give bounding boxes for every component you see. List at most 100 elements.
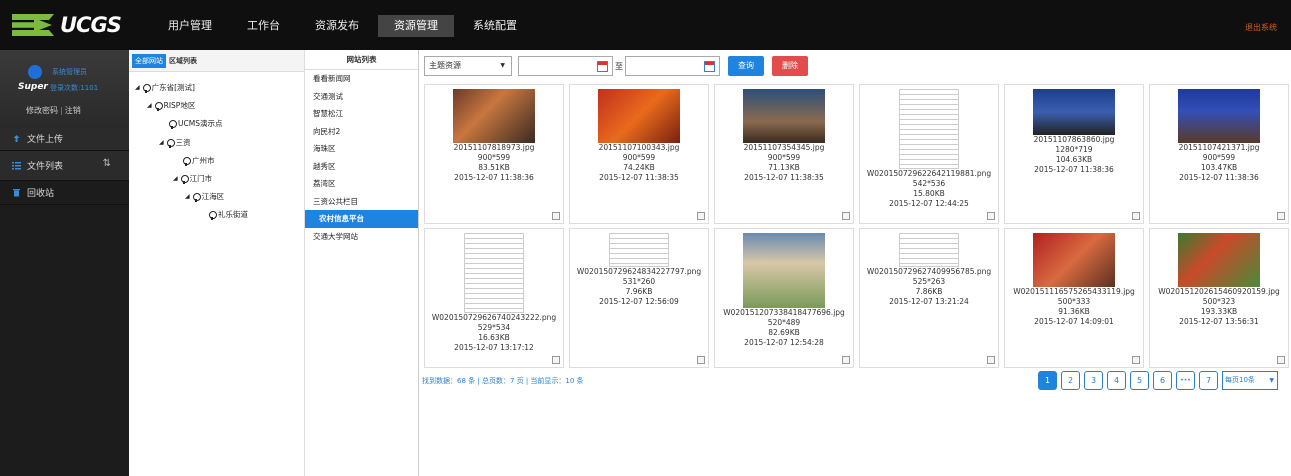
file-thumbnail[interactable] xyxy=(899,89,959,169)
file-dims: 531*260 xyxy=(622,277,656,286)
file-card[interactable]: W020151202615460920159.jpg 500*323 193.33K… xyxy=(1149,228,1289,368)
page-button-6[interactable]: 6 xyxy=(1153,371,1172,390)
calendar-icon[interactable] xyxy=(704,61,715,72)
file-thumbnail[interactable] xyxy=(743,89,825,143)
tree-node-jianghai[interactable]: ◢ 江海区 xyxy=(185,191,224,202)
file-card[interactable]: 20151107421371.jpg 900*599 103.47KB 2015-12… xyxy=(1149,84,1289,224)
tree-node-guangzhou[interactable]: 广州市 xyxy=(183,155,215,166)
file-size: 7.96KB xyxy=(625,287,653,296)
file-thumbnail[interactable] xyxy=(453,89,535,143)
file-card[interactable]: 20151107863860.jpg 1280*719 104.63KB 2015-1… xyxy=(1004,84,1144,224)
file-select-checkbox[interactable] xyxy=(1132,212,1140,220)
file-select-checkbox[interactable] xyxy=(1132,356,1140,364)
sign-out-link[interactable]: 注销 xyxy=(65,106,81,115)
tree-node-jiangmen[interactable]: ◢ 江门市 xyxy=(173,173,212,184)
nav-user-management[interactable]: 用户管理 xyxy=(152,15,228,37)
left-sidebar: 系统管理员 Super 登录次数:1101 修改密码 | 注销 文件上传 文件列表 … xyxy=(0,50,129,476)
tree-node-label: 广州市 xyxy=(192,156,215,165)
file-thumbnail[interactable] xyxy=(743,233,825,308)
sidebar-item-upload[interactable]: 文件上传 xyxy=(0,127,129,151)
page-button-2[interactable]: 2 xyxy=(1061,371,1080,390)
nav-resource-management[interactable]: 资源管理 xyxy=(378,15,454,37)
file-select-checkbox[interactable] xyxy=(987,356,995,364)
page-ellipsis-button[interactable]: ••• xyxy=(1176,371,1195,390)
expand-triangle-icon[interactable]: ◢ xyxy=(147,102,152,109)
tree-node-guangdong[interactable]: ◢ 广东省[测试] xyxy=(135,82,195,93)
end-date-input[interactable] xyxy=(625,56,720,76)
file-thumbnail[interactable] xyxy=(609,233,669,267)
file-select-checkbox[interactable] xyxy=(552,212,560,220)
file-thumbnail[interactable] xyxy=(1178,233,1260,287)
query-button[interactable]: 查询 xyxy=(728,56,764,76)
site-item[interactable]: 越秀区 xyxy=(305,158,418,176)
file-dims: 500*333 xyxy=(1057,297,1091,306)
delete-button[interactable]: 删除 xyxy=(772,56,808,76)
file-select-checkbox[interactable] xyxy=(842,212,850,220)
file-date: 2015-12-07 11:38:35 xyxy=(599,173,679,182)
file-date: 2015-12-07 11:38:36 xyxy=(1034,165,1114,174)
sidebar-item-file-list[interactable]: 文件列表 ⇅ xyxy=(0,151,129,181)
file-card[interactable]: W020150729627409956785.png 525*263 7.86KB 2… xyxy=(859,228,999,368)
site-item[interactable]: 智慧松江 xyxy=(305,105,418,123)
site-item[interactable]: 向民村2 xyxy=(305,123,418,141)
expand-triangle-icon[interactable]: ◢ xyxy=(173,175,178,182)
calendar-icon[interactable] xyxy=(597,61,608,72)
nav-workbench[interactable]: 工作台 xyxy=(231,15,296,37)
tree-node-lile[interactable]: 礼乐街道 xyxy=(209,209,248,220)
logout-link[interactable]: 退出系统 xyxy=(1245,22,1277,33)
page-button-7[interactable]: 7 xyxy=(1199,371,1218,390)
expand-triangle-icon[interactable]: ◢ xyxy=(159,139,164,146)
site-item[interactable]: 荔湾区 xyxy=(305,175,418,193)
file-thumbnail[interactable] xyxy=(464,233,524,313)
file-select-checkbox[interactable] xyxy=(697,356,705,364)
ucgs-logo[interactable]: UCGS xyxy=(12,11,124,39)
resource-type-select[interactable]: 主题资源 ▼ xyxy=(424,56,512,76)
site-item-selected[interactable]: 农村信息平台 xyxy=(305,210,418,228)
site-item[interactable]: 看看新闻网 xyxy=(305,70,418,88)
tree-node-sanzi[interactable]: ◢ 三资 xyxy=(159,137,191,148)
change-password-link[interactable]: 修改密码 xyxy=(26,106,58,115)
file-card[interactable]: W020151207338418477696.jpg 520*489 82.69KB… xyxy=(714,228,854,368)
file-thumbnail[interactable] xyxy=(899,233,959,267)
file-date: 2015-12-07 12:56:09 xyxy=(599,297,679,306)
file-select-checkbox[interactable] xyxy=(987,212,995,220)
file-card[interactable]: W020151116575265433119.jpg 500*333 91.36KB… xyxy=(1004,228,1144,368)
page-button-3[interactable]: 3 xyxy=(1084,371,1103,390)
tab-all-sites[interactable]: 全部网站 xyxy=(132,53,166,68)
file-card[interactable]: 20151107354345.jpg 900*599 71.13KB 2015-12-… xyxy=(714,84,854,224)
file-thumbnail[interactable] xyxy=(1178,89,1260,143)
site-item[interactable]: 交通大学网站 xyxy=(305,228,418,246)
nav-resource-publish[interactable]: 资源发布 xyxy=(299,15,375,37)
site-item[interactable]: 海珠区 xyxy=(305,140,418,158)
site-item[interactable]: 三资公共栏目 xyxy=(305,193,418,211)
file-select-checkbox[interactable] xyxy=(1277,356,1285,364)
file-card[interactable]: W020150729626740243222.png 529*534 16.63KB… xyxy=(424,228,564,368)
page-button-1[interactable]: 1 xyxy=(1038,371,1057,390)
file-select-checkbox[interactable] xyxy=(697,212,705,220)
expand-triangle-icon[interactable]: ◢ xyxy=(185,193,190,200)
start-date-input[interactable] xyxy=(518,56,613,76)
file-thumbnail[interactable] xyxy=(598,89,680,143)
tree-node-risp[interactable]: ◢ RISP地区 xyxy=(147,100,195,111)
file-thumbnail[interactable] xyxy=(1033,89,1115,135)
file-card[interactable]: W020150729624834227797.png 531*260 7.96KB 2… xyxy=(569,228,709,368)
per-page-select[interactable]: 每页10条 ▼ xyxy=(1222,371,1278,390)
file-date: 2015-12-07 12:54:28 xyxy=(744,338,824,347)
page-button-5[interactable]: 5 xyxy=(1130,371,1149,390)
tab-region-list[interactable]: 区域列表 xyxy=(166,54,200,68)
file-select-checkbox[interactable] xyxy=(842,356,850,364)
page-button-4[interactable]: 4 xyxy=(1107,371,1126,390)
site-item[interactable]: 交通测试 xyxy=(305,88,418,106)
nav-system-config[interactable]: 系统配置 xyxy=(457,15,533,37)
file-select-checkbox[interactable] xyxy=(552,356,560,364)
file-thumbnail[interactable] xyxy=(1033,233,1115,287)
file-select-checkbox[interactable] xyxy=(1277,212,1285,220)
tree-node-ucms[interactable]: UCMS演示点 xyxy=(169,118,222,129)
expand-triangle-icon[interactable]: ◢ xyxy=(135,84,140,91)
sidebar-item-recycle-bin[interactable]: 回收站 xyxy=(0,181,129,205)
file-card[interactable]: 20151107100343.jpg 900*599 74.24KB 2015-12-… xyxy=(569,84,709,224)
file-name: W020150729624834227797.png xyxy=(576,267,702,276)
refresh-icon[interactable]: ⇅ xyxy=(103,158,111,169)
file-card[interactable]: 20151107818973.jpg 900*599 83.51KB 2015-12-… xyxy=(424,84,564,224)
file-card[interactable]: W020150729622642119881.png 542*536 15.80KB… xyxy=(859,84,999,224)
